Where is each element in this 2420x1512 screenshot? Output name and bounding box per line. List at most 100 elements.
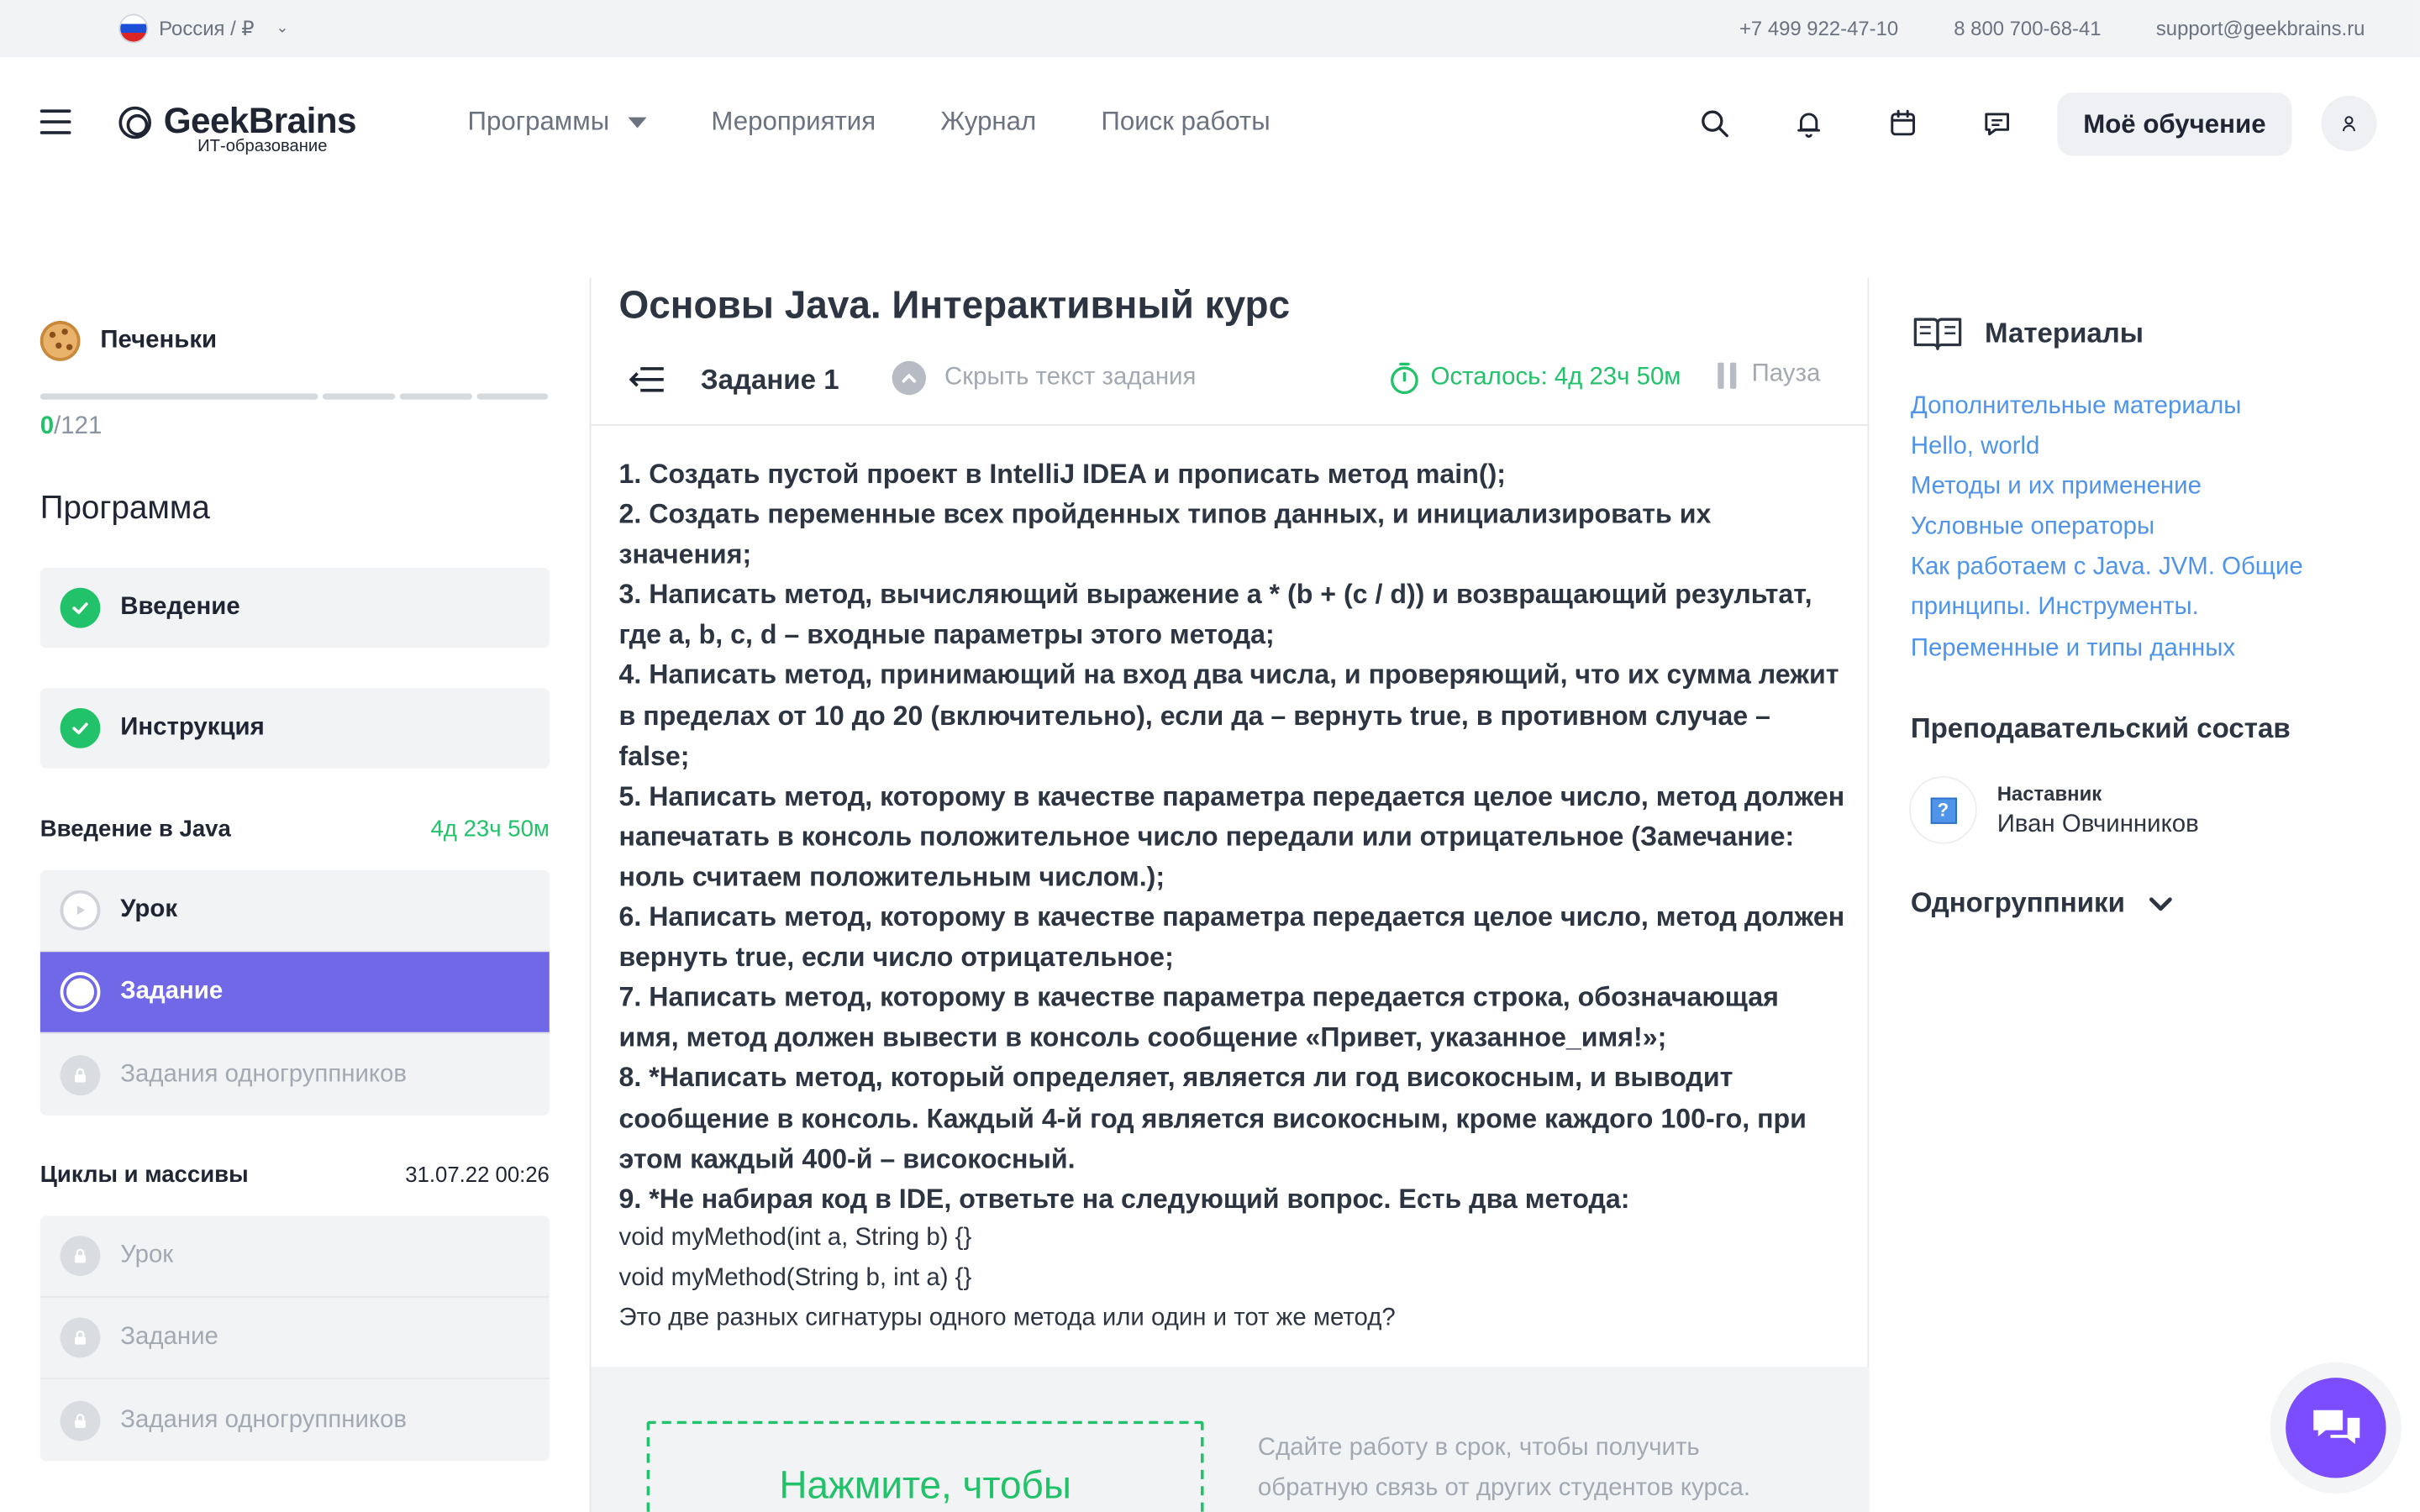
- cookies-label: Печеньки: [100, 327, 218, 354]
- task-label: Задание: [120, 978, 224, 1005]
- teacher-role: Наставник: [1996, 781, 2102, 805]
- lesson-item[interactable]: Урок: [39, 1215, 550, 1298]
- submission-note: Сдайте работу в срок, чтобы получить обр…: [1257, 1435, 1750, 1502]
- module-title: Циклы и массивы: [39, 1162, 249, 1189]
- module-deadline: 4д 23ч 50м: [430, 816, 550, 843]
- phone-link-2[interactable]: 8 800 700-68-41: [1954, 17, 2101, 40]
- materials-title: Материалы: [1984, 317, 2144, 349]
- messages-icon[interactable]: [1981, 108, 2012, 139]
- header: GeekBrains ИТ-образование Программы Меро…: [0, 57, 2420, 190]
- cookie-icon: [39, 321, 81, 361]
- classmates-toggle[interactable]: Одногруппники: [1911, 887, 2175, 920]
- profile-avatar[interactable]: [2321, 95, 2377, 151]
- classmates-tasks-item[interactable]: Задания одногруппников: [40, 1034, 550, 1116]
- dropzone-label: Нажмите, чтобы: [779, 1464, 1071, 1508]
- placeholder-image-icon: ?: [1929, 796, 1957, 823]
- materials-heading: Материалы: [1912, 315, 2144, 352]
- task-line: 7. Написать метод, которому в качестве п…: [618, 981, 1779, 1053]
- check-circle-icon: [60, 708, 101, 748]
- email-link[interactable]: support@geekbrains.ru: [2156, 17, 2365, 40]
- chat-bubbles-icon: [2312, 1409, 2360, 1444]
- task-item-active[interactable]: Задание: [39, 952, 550, 1034]
- hide-task-text-button[interactable]: Скрыть текст задания: [892, 360, 1196, 396]
- lesson-label: Урок: [120, 896, 178, 923]
- module-header-loops-arrays[interactable]: Циклы и массивы 31.07.22 00:26: [40, 1162, 550, 1188]
- material-link[interactable]: Переменные и типы данных: [1911, 629, 2374, 669]
- chevron-down-icon: ⌄: [276, 19, 289, 38]
- submission-area: Нажмите, чтобы Сдайте работу в срок, что…: [591, 1367, 1870, 1512]
- sidebar-item-label: Инструкция: [120, 714, 265, 741]
- upload-dropzone[interactable]: Нажмите, чтобы: [646, 1420, 1204, 1512]
- program-heading: Программа: [39, 491, 210, 527]
- time-remaining: Осталось: 4д 23ч 50м: [1387, 361, 1681, 395]
- calendar-icon[interactable]: [1887, 108, 1918, 139]
- sidebar-item-label: Введение: [120, 594, 240, 621]
- lesson-label: Урок: [120, 1242, 174, 1268]
- nav-programs-label: Программы: [467, 106, 610, 136]
- pause-icon: [1718, 361, 1737, 388]
- code-line: void myMethod(int a, String b) {}: [618, 1224, 972, 1252]
- material-link[interactable]: Методы и их применение: [1911, 468, 2374, 508]
- module-header-java-intro[interactable]: Введение в Java 4д 23ч 50м: [40, 816, 550, 843]
- material-link[interactable]: Hello, world: [1911, 428, 2374, 468]
- page: Россия / ₽ ⌄ +7 499 922-47-10 8 800 700-…: [0, 0, 2420, 1512]
- time-remaining-label: Осталось: 4д 23ч 50м: [1430, 364, 1681, 391]
- module-java-intro: Урок Задание Задания одногруппников: [39, 869, 550, 1116]
- lock-icon: [60, 1054, 101, 1095]
- task-line: 5. Написать метод, которому в качестве п…: [618, 780, 1845, 892]
- teacher-card[interactable]: ? Наставник Иван Овчинников: [1910, 777, 2199, 843]
- bell-icon[interactable]: [1793, 108, 1824, 139]
- teacher-name: Иван Овчинников: [1996, 811, 2199, 837]
- nav-journal[interactable]: Журнал: [940, 107, 1036, 138]
- region-selector[interactable]: Россия / ₽ ⌄: [120, 15, 289, 42]
- cookies-counter: Печеньки: [39, 321, 218, 361]
- chevron-up-icon: [892, 360, 927, 396]
- user-icon: [2343, 116, 2355, 132]
- search-icon[interactable]: [1699, 108, 1730, 139]
- nav-job-search[interactable]: Поиск работы: [1101, 107, 1270, 138]
- support-chat-button[interactable]: [2286, 1378, 2386, 1478]
- sidebar-item-instruction[interactable]: Инструкция: [39, 688, 550, 769]
- material-link[interactable]: Как работаем с Java. JVM. Общие принципы…: [1911, 549, 2374, 629]
- classmates-tasks-label: Задания одногруппников: [120, 1406, 408, 1433]
- question-line: Это две разных сигнатуры одного метода и…: [618, 1305, 1396, 1332]
- cookies-progress-bar: [39, 393, 550, 400]
- task-line: 2. Создать переменные всех пройденных ти…: [618, 498, 1712, 570]
- task-panel: Основы Java. Интерактивный курс Задание …: [589, 277, 1870, 1512]
- module-deadline: 31.07.22 00:26: [405, 1162, 550, 1187]
- course-title: Основы Java. Интерактивный курс: [618, 283, 1291, 328]
- task-line: 4. Написать метод, принимающий на вход д…: [618, 659, 1839, 771]
- task-item[interactable]: Задание: [39, 1298, 550, 1380]
- logo[interactable]: GeekBrains ИТ-образование: [118, 102, 357, 156]
- collapse-menu-icon[interactable]: [629, 363, 666, 396]
- task-name: Задание 1: [700, 364, 839, 396]
- task-toolbar: Задание 1 Скрыть текст задания Осталось:…: [591, 345, 1870, 426]
- russia-flag-icon: [120, 15, 147, 42]
- classmates-tasks-item[interactable]: Задания одногруппников: [40, 1379, 550, 1461]
- task-line: 1. Создать пустой проект в IntelliJ IDEA…: [618, 458, 1506, 490]
- module-loops-arrays: Урок Задание Задания одногруппников: [39, 1215, 550, 1462]
- sidebar-item-intro[interactable]: Введение: [39, 567, 550, 648]
- material-link[interactable]: Дополнительные материалы: [1911, 387, 2374, 428]
- classmates-tasks-label: Задания одногруппников: [120, 1060, 408, 1087]
- lock-icon: [60, 1236, 101, 1276]
- nav-programs[interactable]: Программы: [468, 107, 647, 138]
- my-learning-button[interactable]: Моё обучение: [2057, 92, 2292, 156]
- teachers-heading: Преподавательский состав: [1910, 712, 2291, 744]
- module-title: Введение в Java: [39, 816, 231, 843]
- stopwatch-icon: [1391, 362, 1418, 395]
- radio-circle-icon: [60, 972, 101, 1012]
- pause-button[interactable]: Пауза: [1718, 361, 1820, 389]
- nav-events[interactable]: Мероприятия: [711, 107, 876, 138]
- phone-link-1[interactable]: +7 499 922-47-10: [1739, 17, 1898, 40]
- geekbrains-logo-icon: [118, 106, 151, 139]
- lesson-item[interactable]: Урок: [39, 870, 550, 953]
- menu-icon[interactable]: [39, 109, 71, 134]
- main-nav: Программы Мероприятия Журнал Поиск работ…: [468, 107, 1270, 138]
- lock-icon: [60, 1317, 101, 1358]
- teacher-avatar: ?: [1910, 777, 1975, 843]
- material-link[interactable]: Условные операторы: [1911, 508, 2374, 549]
- task-label: Задание: [120, 1323, 218, 1351]
- classmates-label: Одногруппники: [1910, 887, 2125, 918]
- code-line: void myMethod(String b, int a) {}: [618, 1264, 972, 1292]
